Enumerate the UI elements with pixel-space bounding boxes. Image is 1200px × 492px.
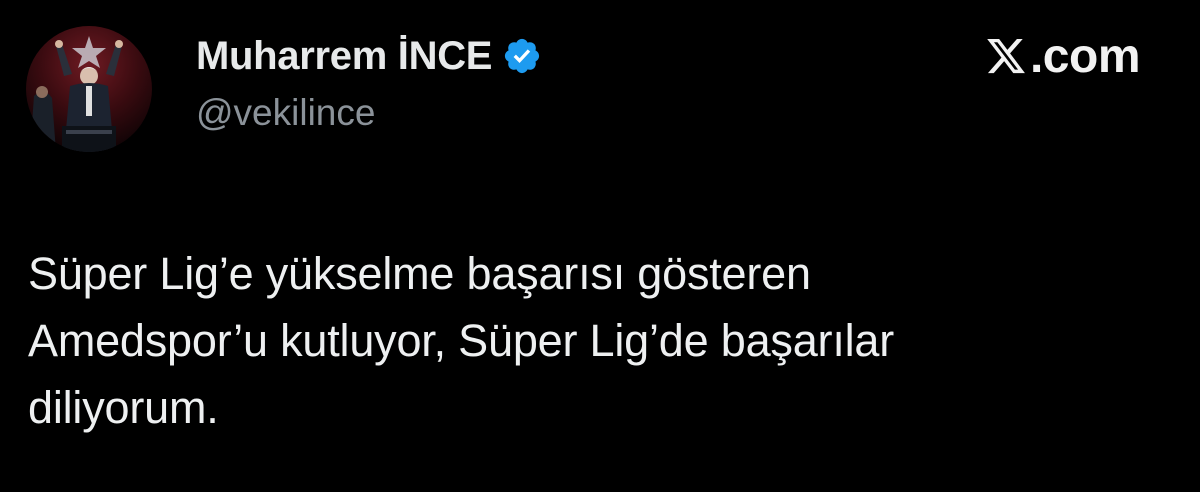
brand-watermark: .com	[984, 29, 1141, 83]
brand-text: .com	[1029, 29, 1141, 83]
avatar-photo	[30, 36, 123, 152]
tweet-card: Muharrem İNCE @vekilince .com Süper Lig’…	[0, 0, 1200, 492]
x-logo-icon	[984, 35, 1028, 77]
name-row: Muharrem İNCE	[196, 28, 542, 84]
verified-badge-icon	[502, 36, 542, 76]
tweet-header: Muharrem İNCE @vekilince	[196, 28, 542, 134]
display-name[interactable]: Muharrem İNCE	[196, 34, 492, 79]
avatar[interactable]	[26, 26, 152, 152]
user-handle[interactable]: @vekilince	[196, 92, 542, 134]
tweet-text: Süper Lig’e yükselme başarısı gösteren A…	[28, 248, 895, 433]
